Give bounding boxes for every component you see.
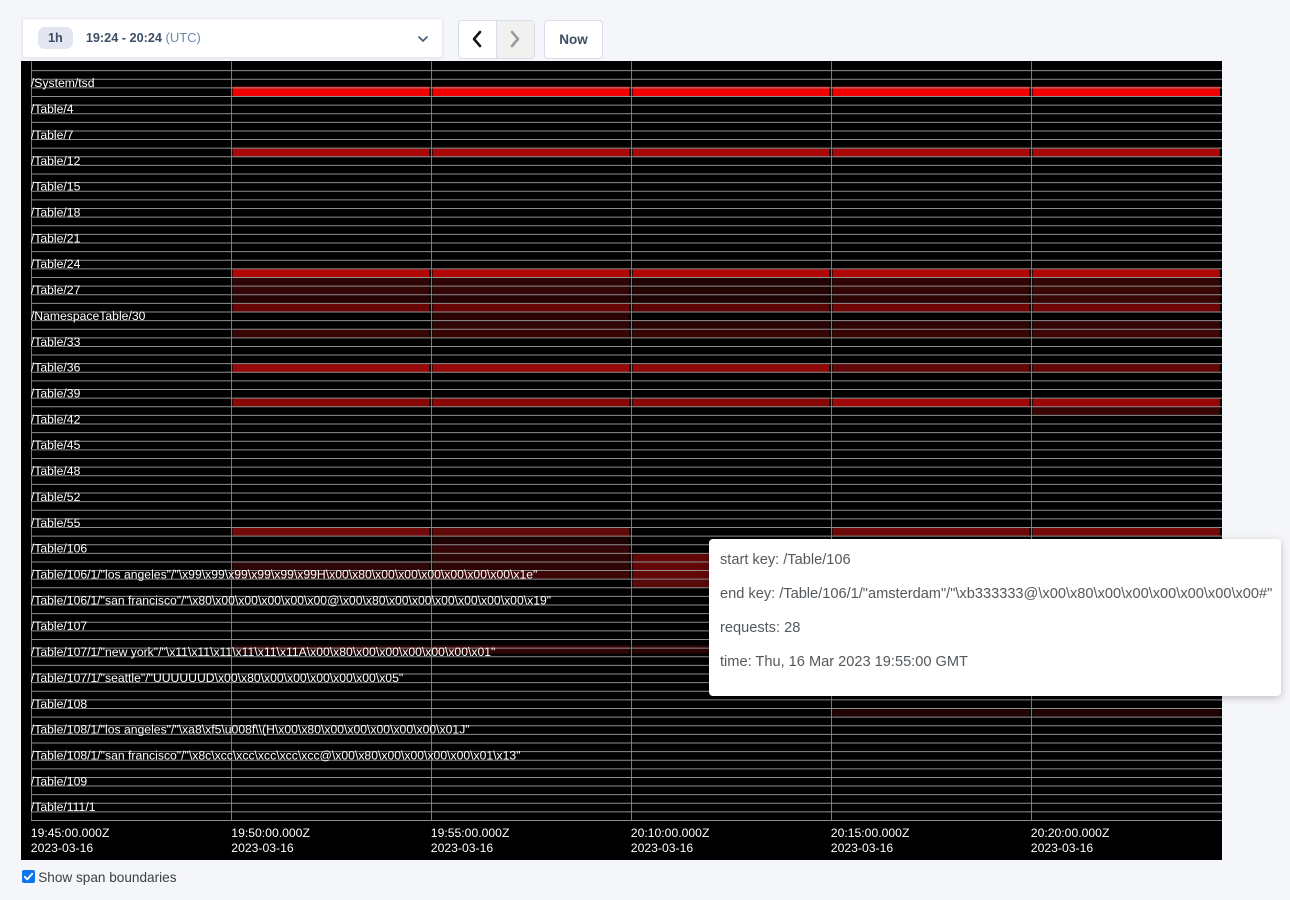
svg-text:/Table/4: /Table/4 xyxy=(31,102,74,116)
svg-text:/Table/45: /Table/45 xyxy=(31,438,81,452)
svg-text:2023-03-16: 2023-03-16 xyxy=(631,841,694,855)
svg-text:2023-03-16: 2023-03-16 xyxy=(31,841,94,855)
svg-text:20:15:00.000Z: 20:15:00.000Z xyxy=(831,826,910,840)
svg-text:/System/tsd: /System/tsd xyxy=(31,76,95,90)
svg-text:/Table/36: /Table/36 xyxy=(31,361,81,375)
svg-text:19:55:00.000Z: 19:55:00.000Z xyxy=(431,826,510,840)
svg-text:/Table/108/1/"los angeles"/"\x: /Table/108/1/"los angeles"/"\xa8\xf5\u00… xyxy=(31,723,470,737)
svg-text:/Table/106/1/"los angeles"/"\x: /Table/106/1/"los angeles"/"\x99\x99\x99… xyxy=(31,567,537,581)
svg-text:/Table/15: /Table/15 xyxy=(31,180,81,194)
svg-text:19:45:00.000Z: 19:45:00.000Z xyxy=(31,826,110,840)
svg-text:/Table/7: /Table/7 xyxy=(31,128,74,142)
svg-text:/Table/21: /Table/21 xyxy=(31,231,81,245)
svg-text:/Table/42: /Table/42 xyxy=(31,412,81,426)
svg-text:/Table/27: /Table/27 xyxy=(31,283,81,297)
svg-text:/Table/12: /Table/12 xyxy=(31,154,81,168)
svg-text:/Table/106/1/"san francisco"/": /Table/106/1/"san francisco"/"\x80\x00\x… xyxy=(31,593,551,607)
svg-text:/NamespaceTable/30: /NamespaceTable/30 xyxy=(31,309,146,323)
svg-text:/Table/55: /Table/55 xyxy=(31,516,81,530)
svg-text:19:50:00.000Z: 19:50:00.000Z xyxy=(231,826,310,840)
svg-text:2023-03-16: 2023-03-16 xyxy=(231,841,294,855)
svg-text:/Table/106: /Table/106 xyxy=(31,542,87,556)
svg-text:/Table/18: /Table/18 xyxy=(31,205,81,219)
svg-text:2023-03-16: 2023-03-16 xyxy=(1031,841,1094,855)
svg-text:20:20:00.000Z: 20:20:00.000Z xyxy=(1031,826,1110,840)
svg-text:2023-03-16: 2023-03-16 xyxy=(831,841,894,855)
svg-text:/Table/107/1/"new york"/"\x11\: /Table/107/1/"new york"/"\x11\x11\x11\x1… xyxy=(31,645,495,659)
svg-text:/Table/109: /Table/109 xyxy=(31,774,87,788)
svg-text:/Table/52: /Table/52 xyxy=(31,490,81,504)
svg-text:/Table/111/1: /Table/111/1 xyxy=(31,800,96,814)
svg-text:/Table/48: /Table/48 xyxy=(31,464,81,478)
svg-text:/Table/33: /Table/33 xyxy=(31,335,81,349)
svg-text:/Table/108/1/"san francisco"/": /Table/108/1/"san francisco"/"\x8c\xcc\x… xyxy=(31,748,521,762)
svg-text:/Table/107: /Table/107 xyxy=(31,619,87,633)
svg-text:/Table/108: /Table/108 xyxy=(31,697,87,711)
svg-text:/Table/107/1/"seattle"/"UUUUUU: /Table/107/1/"seattle"/"UUUUUUD\x00\x80\… xyxy=(31,671,403,685)
svg-text:/Table/24: /Table/24 xyxy=(31,257,81,271)
svg-text:20:10:00.000Z: 20:10:00.000Z xyxy=(631,826,710,840)
svg-text:2023-03-16: 2023-03-16 xyxy=(431,841,494,855)
svg-text:/Table/39: /Table/39 xyxy=(31,386,81,400)
